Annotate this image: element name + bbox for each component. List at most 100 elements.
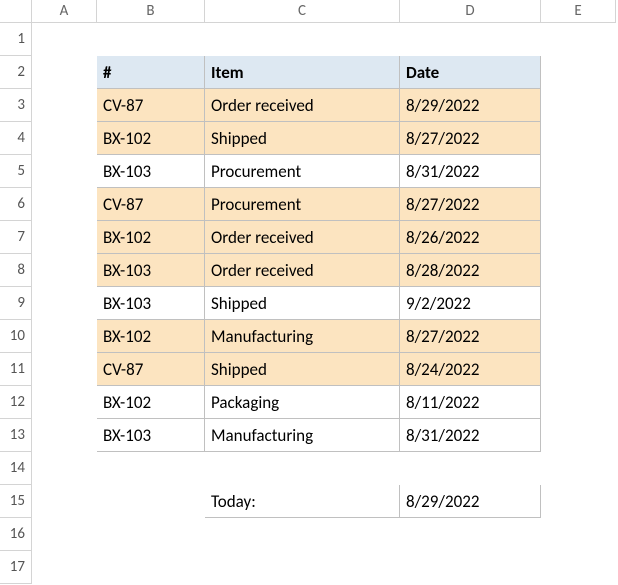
table-row-date[interactable]: 8/26/2022 <box>400 221 541 254</box>
cell-A5[interactable] <box>32 155 97 188</box>
cell-A12[interactable] <box>32 386 97 419</box>
cell-D16[interactable] <box>400 518 541 551</box>
table-header-num[interactable]: # <box>97 56 205 89</box>
row-header-15[interactable]: 15 <box>0 485 32 518</box>
table-row-item[interactable]: Order received <box>205 221 400 254</box>
cell-E15[interactable] <box>541 485 616 518</box>
cell-A6[interactable] <box>32 188 97 221</box>
table-row-item[interactable]: Manufacturing <box>205 320 400 353</box>
row-header-11[interactable]: 11 <box>0 353 32 386</box>
col-header-D[interactable]: D <box>400 0 541 23</box>
row-header-2[interactable]: 2 <box>0 56 32 89</box>
table-row-num[interactable]: BX-103 <box>97 419 205 452</box>
col-header-C[interactable]: C <box>205 0 400 23</box>
table-row-item[interactable]: Manufacturing <box>205 419 400 452</box>
row-header-7[interactable]: 7 <box>0 221 32 254</box>
cell-E2[interactable] <box>541 56 616 89</box>
table-row-item[interactable]: Shipped <box>205 122 400 155</box>
col-header-E[interactable]: E <box>541 0 616 23</box>
cell-B15[interactable] <box>97 485 205 518</box>
table-row-item[interactable]: Packaging <box>205 386 400 419</box>
cell-A13[interactable] <box>32 419 97 452</box>
table-row-date[interactable]: 8/11/2022 <box>400 386 541 419</box>
today-label[interactable]: Today: <box>205 485 400 518</box>
cell-B17[interactable] <box>97 551 205 584</box>
table-row-date[interactable]: 9/2/2022 <box>400 287 541 320</box>
cell-E9[interactable] <box>541 287 616 320</box>
table-row-date[interactable]: 8/27/2022 <box>400 320 541 353</box>
table-row-num[interactable]: BX-102 <box>97 320 205 353</box>
row-header-3[interactable]: 3 <box>0 89 32 122</box>
cell-B14[interactable] <box>97 452 205 485</box>
table-row-num[interactable]: CV-87 <box>97 188 205 221</box>
cell-A4[interactable] <box>32 122 97 155</box>
cell-A9[interactable] <box>32 287 97 320</box>
cell-D1[interactable] <box>400 23 541 56</box>
cell-A8[interactable] <box>32 254 97 287</box>
cell-C16[interactable] <box>205 518 400 551</box>
spreadsheet-grid[interactable]: ABCDE12#ItemDate3CV-87Order received8/29… <box>0 0 618 584</box>
table-row-num[interactable]: BX-102 <box>97 386 205 419</box>
cell-E8[interactable] <box>541 254 616 287</box>
cell-A1[interactable] <box>32 23 97 56</box>
cell-E17[interactable] <box>541 551 616 584</box>
table-header-date[interactable]: Date <box>400 56 541 89</box>
col-header-B[interactable]: B <box>97 0 205 23</box>
table-row-num[interactable]: BX-103 <box>97 155 205 188</box>
cell-A14[interactable] <box>32 452 97 485</box>
cell-A2[interactable] <box>32 56 97 89</box>
table-row-num[interactable]: BX-103 <box>97 254 205 287</box>
cell-E1[interactable] <box>541 23 616 56</box>
table-row-date[interactable]: 8/31/2022 <box>400 155 541 188</box>
row-header-8[interactable]: 8 <box>0 254 32 287</box>
row-header-5[interactable]: 5 <box>0 155 32 188</box>
row-header-13[interactable]: 13 <box>0 419 32 452</box>
cell-A17[interactable] <box>32 551 97 584</box>
cell-E4[interactable] <box>541 122 616 155</box>
table-row-date[interactable]: 8/27/2022 <box>400 188 541 221</box>
cell-E5[interactable] <box>541 155 616 188</box>
table-row-num[interactable]: BX-102 <box>97 122 205 155</box>
row-header-6[interactable]: 6 <box>0 188 32 221</box>
cell-E12[interactable] <box>541 386 616 419</box>
table-row-num[interactable]: CV-87 <box>97 353 205 386</box>
row-header-12[interactable]: 12 <box>0 386 32 419</box>
cell-C1[interactable] <box>205 23 400 56</box>
table-row-item[interactable]: Shipped <box>205 353 400 386</box>
cell-E3[interactable] <box>541 89 616 122</box>
row-header-1[interactable]: 1 <box>0 23 32 56</box>
col-header-A[interactable]: A <box>32 0 97 23</box>
cell-C17[interactable] <box>205 551 400 584</box>
cell-B1[interactable] <box>97 23 205 56</box>
cell-E16[interactable] <box>541 518 616 551</box>
cell-A15[interactable] <box>32 485 97 518</box>
cell-E14[interactable] <box>541 452 616 485</box>
cell-E11[interactable] <box>541 353 616 386</box>
table-row-date[interactable]: 8/24/2022 <box>400 353 541 386</box>
cell-E7[interactable] <box>541 221 616 254</box>
cell-E13[interactable] <box>541 419 616 452</box>
cell-C14[interactable] <box>205 452 400 485</box>
table-row-num[interactable]: CV-87 <box>97 89 205 122</box>
table-row-num[interactable]: BX-102 <box>97 221 205 254</box>
cell-E6[interactable] <box>541 188 616 221</box>
cell-A16[interactable] <box>32 518 97 551</box>
cell-A7[interactable] <box>32 221 97 254</box>
row-header-4[interactable]: 4 <box>0 122 32 155</box>
row-header-10[interactable]: 10 <box>0 320 32 353</box>
today-value[interactable]: 8/29/2022 <box>400 485 541 518</box>
table-row-item[interactable]: Order received <box>205 254 400 287</box>
cell-D14[interactable] <box>400 452 541 485</box>
table-row-date[interactable]: 8/28/2022 <box>400 254 541 287</box>
row-header-14[interactable]: 14 <box>0 452 32 485</box>
table-row-item[interactable]: Procurement <box>205 155 400 188</box>
table-row-num[interactable]: BX-103 <box>97 287 205 320</box>
table-row-item[interactable]: Procurement <box>205 188 400 221</box>
corner-cell[interactable] <box>0 0 32 23</box>
cell-E10[interactable] <box>541 320 616 353</box>
table-row-item[interactable]: Shipped <box>205 287 400 320</box>
table-row-date[interactable]: 8/31/2022 <box>400 419 541 452</box>
cell-A3[interactable] <box>32 89 97 122</box>
cell-A11[interactable] <box>32 353 97 386</box>
cell-B16[interactable] <box>97 518 205 551</box>
